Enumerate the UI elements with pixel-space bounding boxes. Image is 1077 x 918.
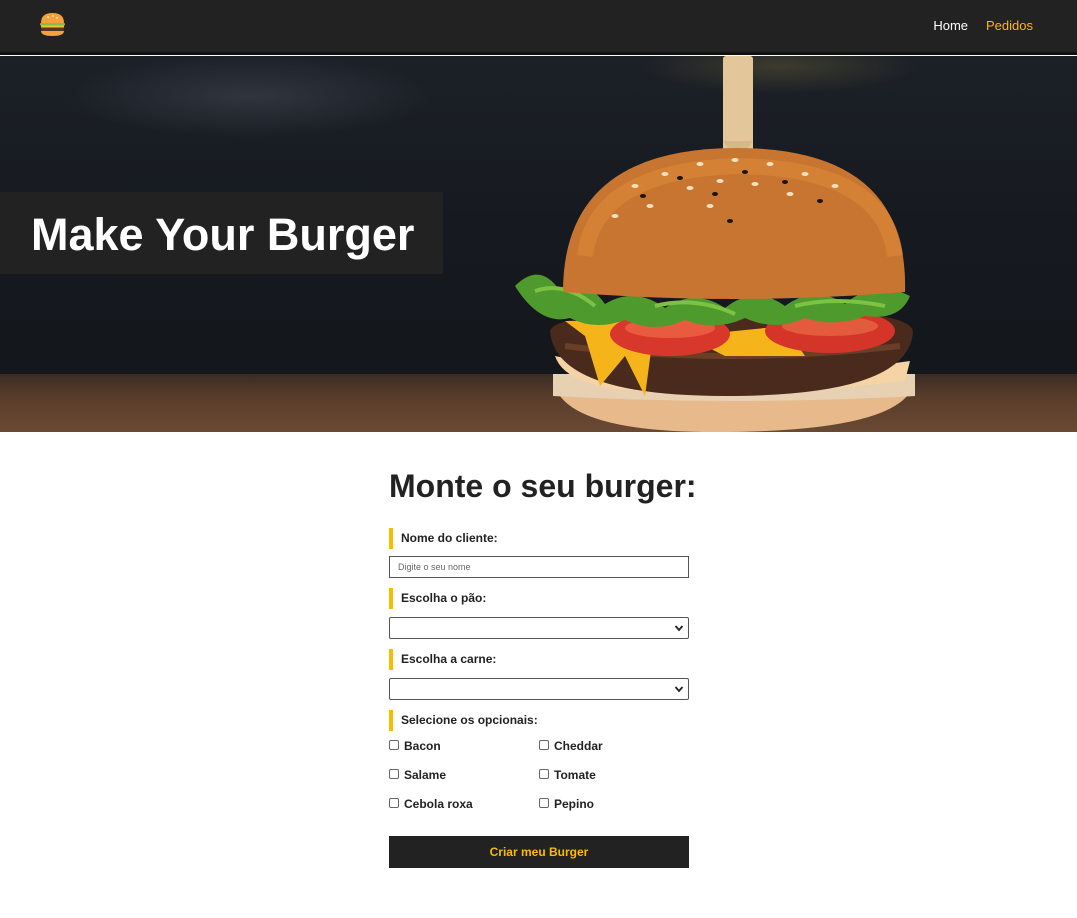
optional-label: Pepino [554, 797, 595, 811]
optional-pepino[interactable]: Pepino [539, 796, 689, 812]
meat-select[interactable] [389, 678, 689, 700]
nav-pedidos-link[interactable]: Pedidos [986, 18, 1033, 33]
meat-label: Escolha a carne: [389, 649, 691, 670]
page-title: Monte o seu burger: [389, 468, 697, 504]
hero-banner: Make Your Burger [0, 56, 1077, 432]
bread-label: Escolha o pão: [389, 588, 691, 609]
burger-logo-icon[interactable] [38, 10, 67, 39]
chevron-down-icon [674, 625, 684, 632]
burger-form: Monte o seu burger: Nome do cliente: Esc… [389, 468, 697, 868]
hero-title-box: Make Your Burger [0, 192, 443, 274]
checkbox[interactable] [539, 769, 549, 779]
optional-tomate[interactable]: Tomate [539, 767, 689, 783]
checkbox[interactable] [389, 769, 399, 779]
optional-label: Salame [404, 768, 447, 782]
optional-label: Cheddar [554, 739, 603, 753]
navbar: Home Pedidos [0, 0, 1077, 55]
client-name-input[interactable] [389, 556, 689, 578]
optional-salame[interactable]: Salame [389, 767, 539, 783]
optional-label: Tomate [554, 768, 596, 782]
optional-cebola-roxa[interactable]: Cebola roxa [389, 796, 539, 812]
checkbox[interactable] [389, 798, 399, 808]
optionals-label: Selecione os opcionais: [389, 710, 691, 731]
optionals-grid: Bacon Cheddar Salame Tomate Cebola roxa … [389, 738, 691, 812]
checkbox[interactable] [539, 798, 549, 808]
nav-home-link[interactable]: Home [933, 18, 968, 33]
optional-bacon[interactable]: Bacon [389, 738, 539, 754]
hero-title: Make Your Burger [31, 209, 415, 260]
optional-label: Bacon [404, 739, 441, 753]
burger-photo [515, 56, 915, 432]
bread-select[interactable] [389, 617, 689, 639]
checkbox[interactable] [389, 740, 399, 750]
checkbox[interactable] [539, 740, 549, 750]
optional-cheddar[interactable]: Cheddar [539, 738, 689, 754]
chevron-down-icon [674, 686, 684, 693]
client-name-label: Nome do cliente: [389, 528, 691, 549]
optional-label: Cebola roxa [404, 797, 473, 811]
create-burger-button[interactable]: Criar meu Burger [389, 836, 689, 868]
